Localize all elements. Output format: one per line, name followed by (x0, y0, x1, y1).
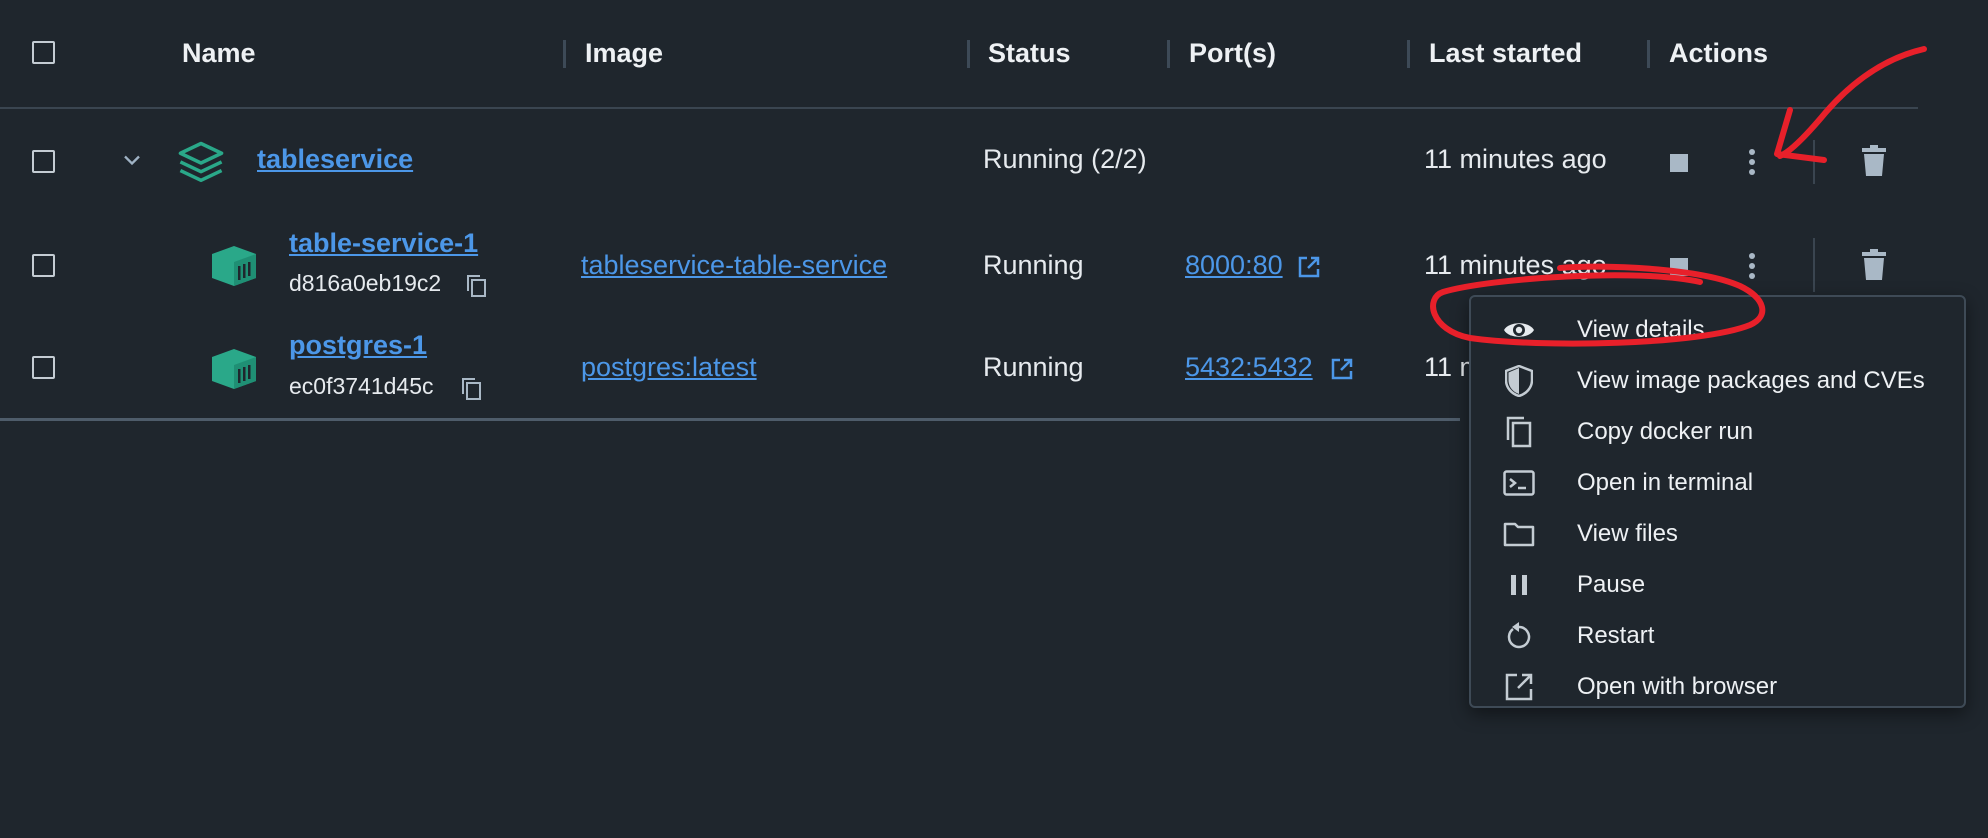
containers-view: Name Image Status Port(s) Last started A… (0, 0, 1988, 838)
column-divider[interactable] (967, 40, 970, 68)
column-header-actions: Actions (1669, 37, 1769, 68)
menu-item-label: View image packages and CVEs (1577, 366, 1925, 394)
menu-item-label: Pause (1577, 570, 1646, 598)
menu-item-view-files[interactable]: View files (1471, 508, 1964, 559)
row-checkbox[interactable] (32, 356, 55, 379)
menu-item-label: View files (1577, 519, 1678, 547)
column-header-ports[interactable]: Port(s) (1189, 0, 1276, 106)
copy-icon[interactable] (460, 376, 484, 402)
row-checkbox[interactable] (32, 150, 55, 173)
menu-item-label: Open with browser (1577, 672, 1778, 700)
menu-item-label: View details (1577, 315, 1705, 343)
status-text: Running (2/2) (983, 144, 1147, 174)
actions-divider (1813, 140, 1815, 184)
port-link[interactable]: 8000:80 (1185, 250, 1283, 281)
menu-item-copy-docker-run[interactable]: Copy docker run (1471, 406, 1964, 457)
container-name-link[interactable]: table-service-1 (289, 228, 478, 259)
trash-icon[interactable] (1861, 144, 1889, 178)
table-bottom-border (0, 418, 1460, 421)
container-id-text: ec0f3741d45c (289, 373, 434, 399)
copy-icon[interactable] (465, 273, 489, 299)
stop-icon[interactable] (1669, 256, 1691, 278)
column-divider[interactable] (1407, 40, 1410, 68)
menu-item-restart[interactable]: Restart (1471, 610, 1964, 661)
stack-icon (175, 137, 227, 189)
more-options-icon[interactable] (1741, 250, 1763, 282)
menu-item-view-image-packages[interactable]: View image packages and CVEs (1471, 355, 1964, 406)
image-link[interactable]: tableservice-table-service (581, 250, 887, 281)
status-text: Running (983, 352, 1084, 382)
menu-item-label: Copy docker run (1577, 417, 1754, 445)
menu-item-open-browser[interactable]: Open with browser (1471, 661, 1964, 712)
restart-icon (1503, 620, 1535, 652)
select-all-checkbox[interactable] (32, 41, 55, 64)
status-text: Running (983, 250, 1084, 280)
menu-item-view-details[interactable]: View details (1471, 304, 1964, 355)
folder-icon (1503, 518, 1535, 550)
chevron-down-icon[interactable] (118, 146, 146, 174)
container-id-text: d816a0eb19c2 (289, 270, 442, 296)
column-divider[interactable] (563, 40, 566, 68)
menu-item-label: Restart (1577, 621, 1655, 649)
open-external-icon[interactable] (1297, 254, 1323, 280)
column-divider[interactable] (1647, 40, 1650, 68)
last-started-text: 11 minutes ago (1424, 144, 1607, 174)
last-started-text: 11 minutes ago (1424, 250, 1607, 280)
table-header: Name Image Status Port(s) Last started A… (0, 0, 1918, 109)
image-link[interactable]: postgres:latest (581, 352, 757, 383)
eye-icon (1503, 314, 1535, 346)
pause-icon (1503, 569, 1535, 601)
open-external-icon[interactable] (1330, 356, 1356, 382)
container-actions-menu: View details View image packages and CVE… (1469, 295, 1966, 708)
menu-item-pause[interactable]: Pause (1471, 559, 1964, 610)
container-name-link[interactable]: postgres-1 (289, 330, 427, 361)
trash-icon[interactable] (1861, 248, 1889, 282)
container-icon (208, 242, 260, 290)
column-header-last-started[interactable]: Last started (1429, 0, 1582, 106)
open-external-icon (1503, 671, 1535, 703)
column-divider[interactable] (1167, 40, 1170, 68)
table-row: tableservice Running (2/2) 11 minutes ag… (0, 112, 1988, 212)
column-header-image[interactable]: Image (585, 0, 663, 106)
row-checkbox[interactable] (32, 254, 55, 277)
more-options-icon[interactable] (1741, 146, 1763, 178)
shield-icon (1503, 365, 1535, 397)
actions-divider (1813, 238, 1815, 292)
menu-item-open-terminal[interactable]: Open in terminal (1471, 457, 1964, 508)
port-link[interactable]: 5432:5432 (1185, 352, 1313, 383)
stop-icon[interactable] (1669, 152, 1691, 174)
column-header-status[interactable]: Status (988, 0, 1071, 106)
terminal-icon (1503, 467, 1535, 499)
container-icon (208, 345, 260, 393)
container-name-link[interactable]: tableservice (257, 144, 413, 175)
copy-icon (1503, 416, 1535, 448)
column-header-name[interactable]: Name (182, 0, 256, 106)
menu-item-label: Open in terminal (1577, 468, 1754, 496)
